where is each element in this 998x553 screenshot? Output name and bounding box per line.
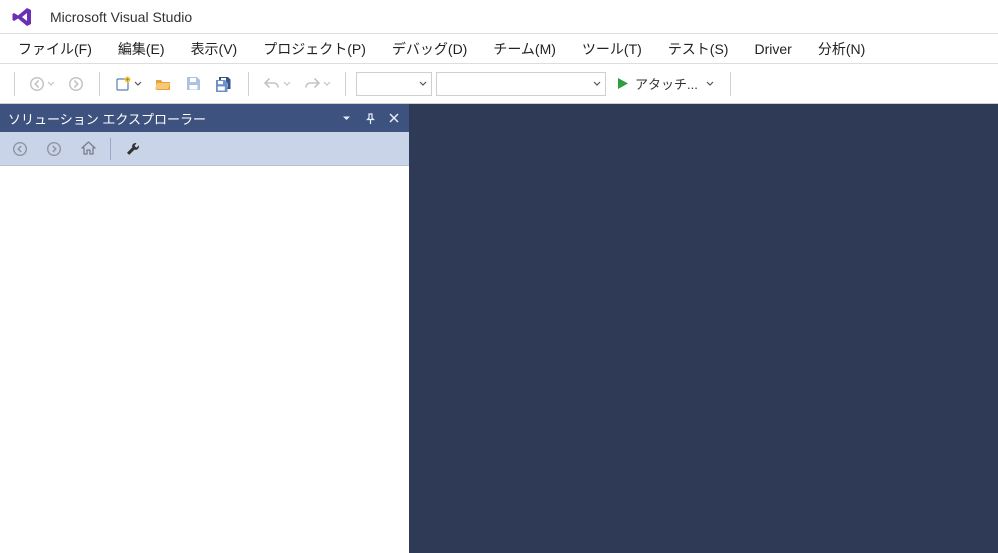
wrench-icon: [124, 140, 142, 158]
menu-project[interactable]: プロジェクト(P): [253, 35, 376, 63]
open-file-button[interactable]: [150, 71, 176, 97]
panel-nav-back-button[interactable]: [8, 137, 32, 161]
solution-configurations-combo[interactable]: [356, 72, 432, 96]
chevron-down-icon: [419, 80, 427, 88]
solution-explorer-tree[interactable]: [0, 166, 409, 553]
chevron-down-icon: [281, 80, 291, 88]
chevron-down-icon: [593, 80, 601, 88]
save-all-button[interactable]: [210, 71, 238, 97]
solution-platforms-combo[interactable]: [436, 72, 606, 96]
panel-title: ソリューション エクスプローラー: [8, 109, 206, 128]
redo-button[interactable]: [299, 71, 335, 97]
chevron-down-icon: [321, 80, 331, 88]
chevron-down-icon: [342, 114, 351, 123]
chevron-down-icon: [132, 80, 142, 88]
panel-properties-button[interactable]: [121, 137, 145, 161]
menu-edit[interactable]: 編集(E): [108, 35, 175, 63]
toolbar-separator: [248, 72, 249, 96]
work-area: ソリューション エクスプローラー: [0, 104, 998, 553]
nav-back-button[interactable]: [25, 71, 59, 97]
menu-test[interactable]: テスト(S): [658, 35, 739, 63]
menu-analyze[interactable]: 分析(N): [808, 35, 875, 63]
editor-area: [410, 104, 998, 553]
panel-window-position-button[interactable]: [339, 111, 353, 125]
panel-nav-forward-button[interactable]: [42, 137, 66, 161]
home-icon: [80, 140, 97, 157]
chevron-down-icon: [45, 80, 55, 88]
toolbar-separator: [730, 72, 731, 96]
panel-home-button[interactable]: [76, 137, 100, 161]
play-icon: [616, 77, 629, 90]
menu-driver[interactable]: Driver: [744, 37, 801, 61]
app-title: Microsoft Visual Studio: [50, 9, 192, 25]
toolbar-separator: [110, 138, 111, 160]
close-icon: [389, 113, 399, 123]
toolbar-separator: [14, 72, 15, 96]
panel-header[interactable]: ソリューション エクスプローラー: [0, 104, 409, 132]
nav-forward-button[interactable]: [63, 71, 89, 97]
menu-file[interactable]: ファイル(F): [8, 35, 102, 63]
menu-tools[interactable]: ツール(T): [572, 35, 652, 63]
pin-icon: [365, 113, 376, 124]
standard-toolbar: アタッチ...: [0, 64, 998, 104]
toolbar-separator: [99, 72, 100, 96]
start-attach-label: アタッチ...: [635, 74, 698, 93]
chevron-down-icon: [704, 80, 714, 88]
vs-logo-icon: [10, 5, 34, 29]
solution-explorer-panel: ソリューション エクスプローラー: [0, 104, 410, 553]
undo-button[interactable]: [259, 71, 295, 97]
menu-debug[interactable]: デバッグ(D): [382, 35, 477, 63]
save-button[interactable]: [180, 71, 206, 97]
menu-team[interactable]: チーム(M): [483, 35, 566, 63]
menu-bar: ファイル(F) 編集(E) 表示(V) プロジェクト(P) デバッグ(D) チー…: [0, 34, 998, 64]
title-bar: Microsoft Visual Studio: [0, 0, 998, 34]
toolbar-separator: [345, 72, 346, 96]
panel-close-button[interactable]: [387, 111, 401, 125]
start-attach-button[interactable]: アタッチ...: [610, 71, 720, 97]
panel-toolbar: [0, 132, 409, 166]
menu-view[interactable]: 表示(V): [181, 35, 248, 63]
new-project-button[interactable]: [110, 71, 146, 97]
panel-pin-button[interactable]: [363, 111, 377, 125]
